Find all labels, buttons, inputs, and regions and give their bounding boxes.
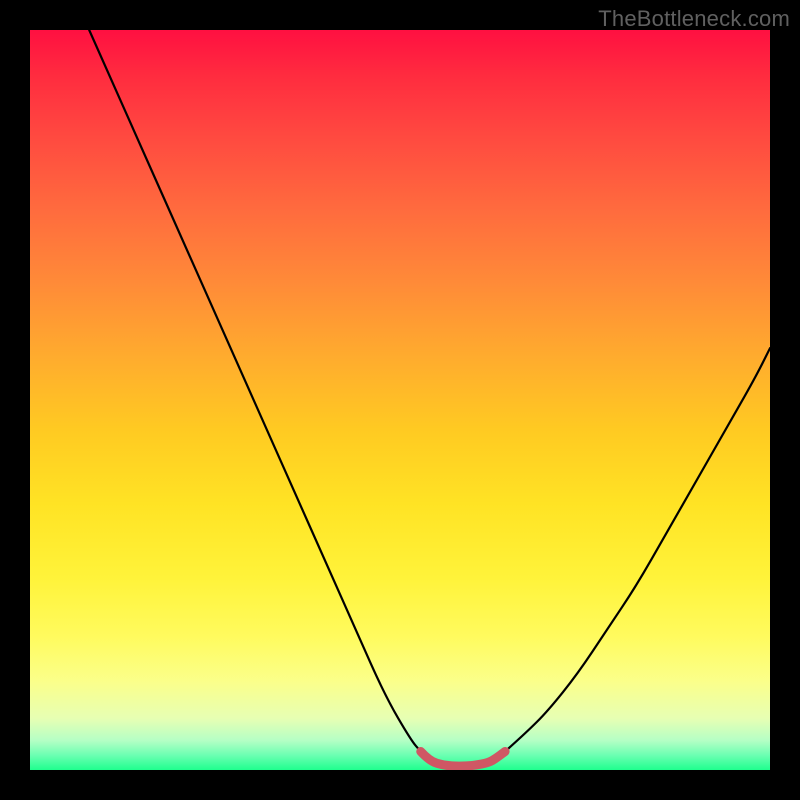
curve-path (89, 30, 770, 766)
bottleneck-curve (30, 30, 770, 770)
chart-frame: TheBottleneck.com (0, 0, 800, 800)
plot-area (30, 30, 770, 770)
valley-highlight (421, 752, 505, 767)
watermark-text: TheBottleneck.com (0, 6, 790, 32)
